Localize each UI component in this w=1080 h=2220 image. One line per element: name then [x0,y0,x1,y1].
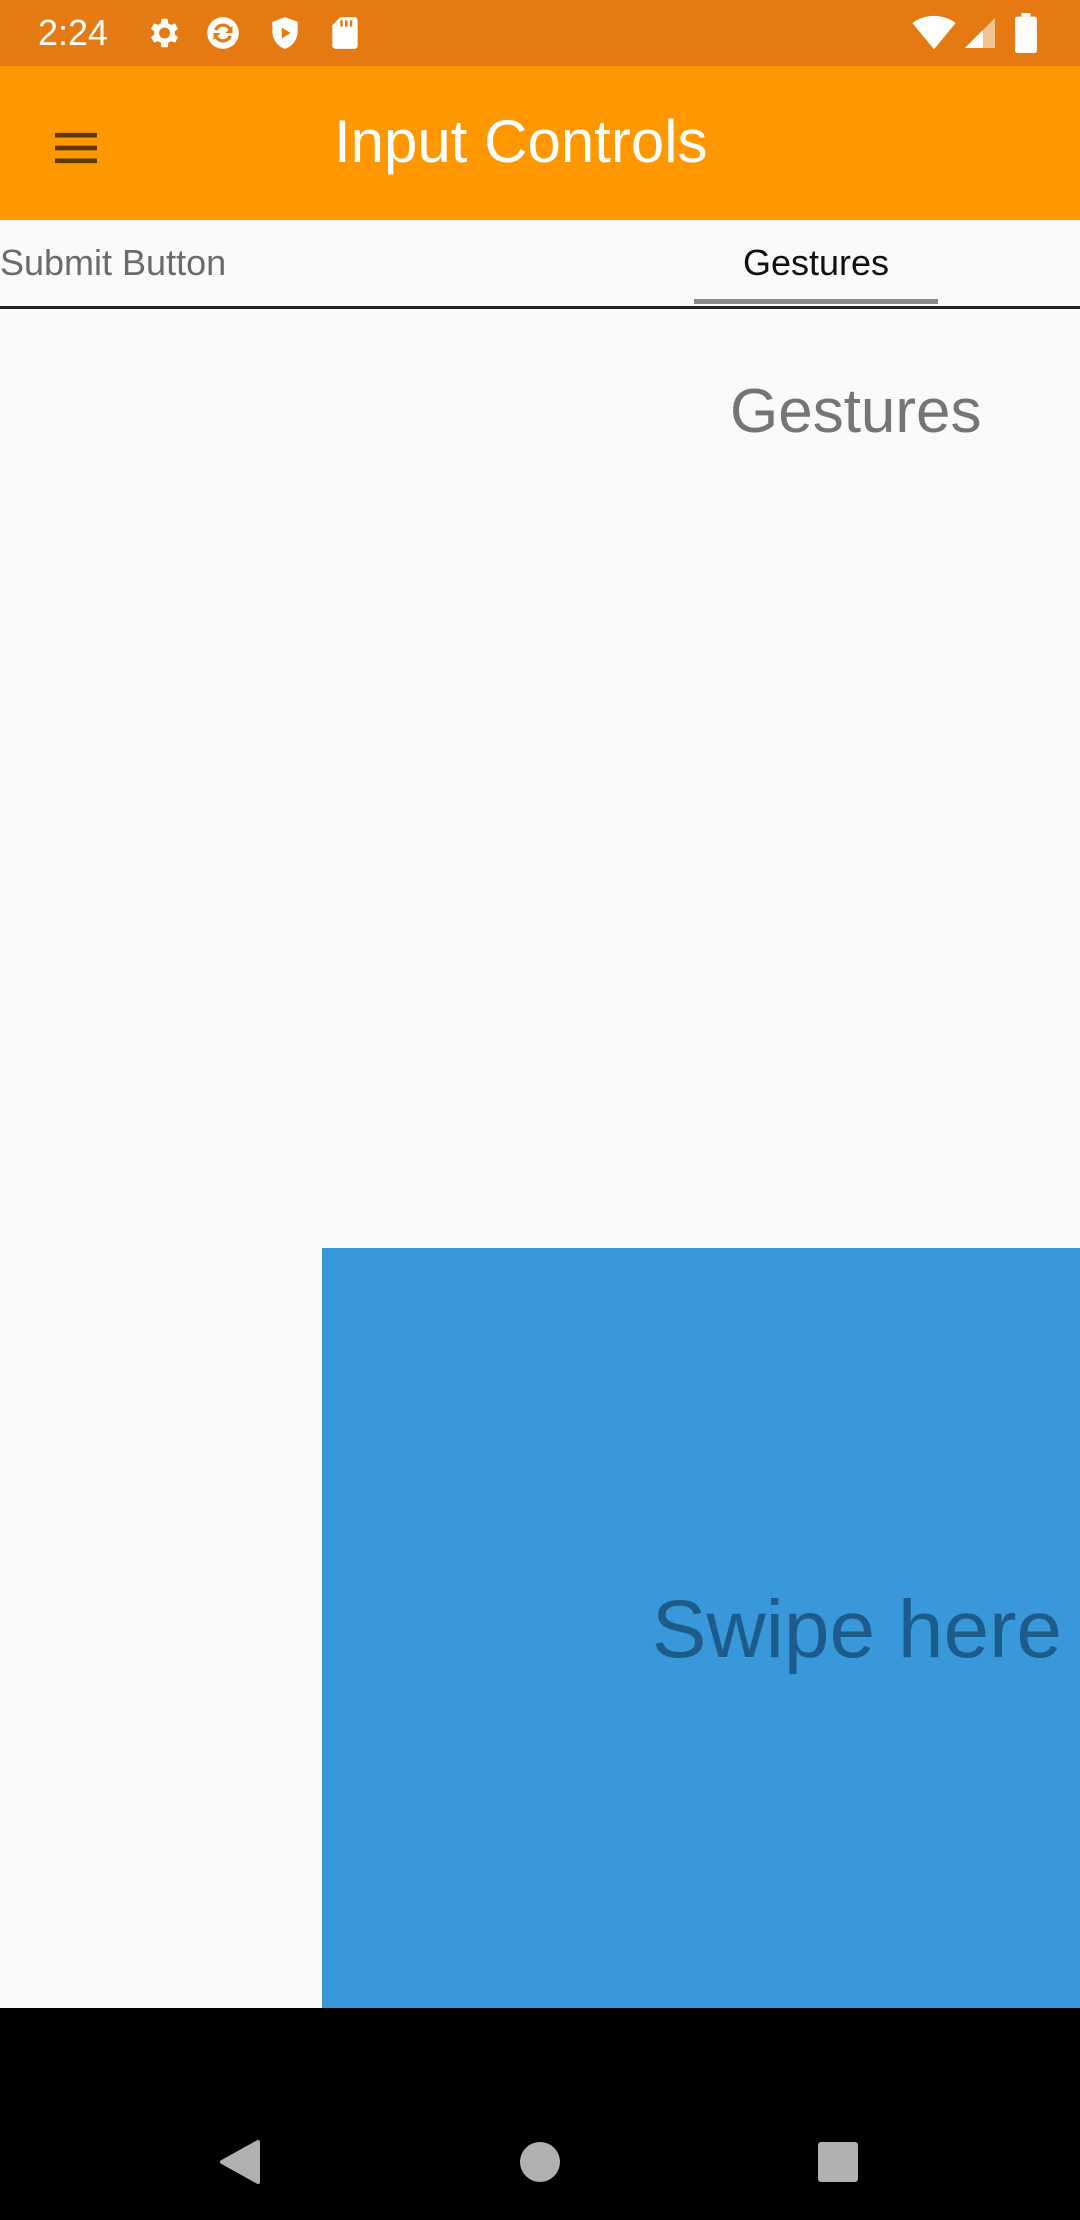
tab-bar: Submit Button Gestures [0,220,1080,309]
home-button[interactable] [500,2122,580,2202]
menu-icon [55,132,97,164]
battery-icon [1014,13,1038,53]
home-icon [520,2142,560,2182]
wifi-icon [912,15,956,51]
status-bar: 2:24 [0,0,1080,66]
nav-bar [0,2008,1080,2220]
section-title: Gestures [730,377,982,446]
tab-indicator [694,299,938,304]
recents-button[interactable] [798,2122,878,2202]
sd-card-icon [326,14,364,52]
status-time: 2:24 [38,12,109,53]
shield-play-icon [266,14,304,52]
swipe-area[interactable]: Swipe here [322,1248,1080,2008]
recents-icon [818,2142,858,2182]
back-icon [220,2140,260,2184]
app-bar: Input Controls [0,66,1080,220]
cell-signal-icon [962,15,998,51]
back-button[interactable] [200,2122,280,2202]
settings-icon [144,14,182,52]
sync-icon [204,14,242,52]
tab-gestures[interactable]: Gestures [694,220,938,306]
app-title: Input Controls [334,108,708,175]
tab-submit-button[interactable]: Submit Button [0,220,226,306]
swipe-label: Swipe here [651,1584,1062,1675]
menu-button[interactable] [34,106,118,190]
screen: 2:24 Input Controls Submit Button Gestur… [0,0,1080,2220]
